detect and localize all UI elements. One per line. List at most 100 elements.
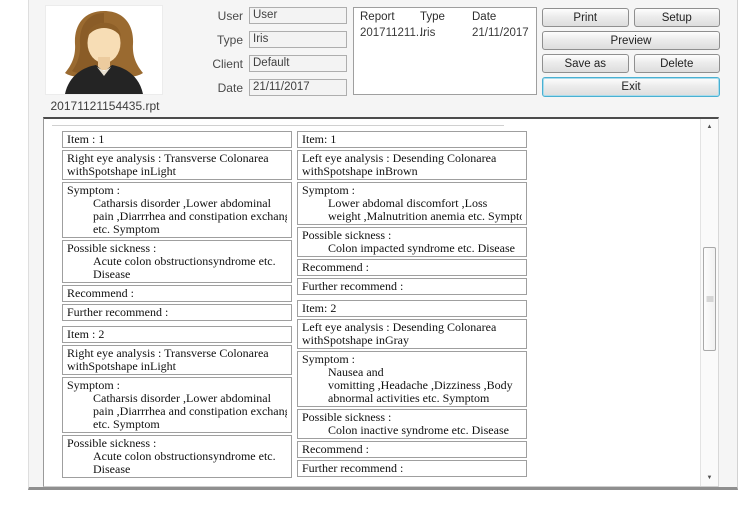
report-section: Item: 2 xyxy=(297,300,527,317)
report-line: etc. Symptom xyxy=(67,418,287,431)
report-line: Left eye analysis : Desending Colonarea xyxy=(302,321,522,334)
delete-button[interactable]: Delete xyxy=(634,54,721,73)
scroll-down-icon[interactable]: ▼ xyxy=(701,472,718,484)
report-line: Symptom : xyxy=(67,184,287,197)
report-line: Recommend : xyxy=(302,261,522,274)
report-section: Item : 1 xyxy=(62,131,292,148)
date-label: Date xyxy=(197,81,243,95)
report-line: Item : 1 xyxy=(67,133,287,146)
report-section: Further recommend : xyxy=(62,304,292,321)
report-line: Further recommend : xyxy=(302,462,522,475)
female-avatar-image xyxy=(46,6,162,94)
setup-button[interactable]: Setup xyxy=(634,8,721,27)
type-cell: Iris xyxy=(420,27,472,39)
report-line: Right eye analysis : Transverse Colonare… xyxy=(67,152,287,165)
report-filename: 20171121154435.rpt xyxy=(31,99,179,113)
scrollbar-thumb[interactable] xyxy=(703,247,716,351)
page-top-rule xyxy=(52,125,504,126)
report-section: Right eye analysis : Transverse Colonare… xyxy=(62,150,292,180)
report-line: Disease xyxy=(67,463,287,476)
report-section: Possible sickness :Acute colon obstructi… xyxy=(62,240,292,283)
report-section: Recommend : xyxy=(62,285,292,302)
report-section: Right eye analysis : Transverse Colonare… xyxy=(62,345,292,375)
report-line: Catharsis disorder ,Lower abdominal xyxy=(67,197,287,210)
report-line: Acute colon obstructionsyndrome etc. xyxy=(67,450,287,463)
report-section: Further recommend : xyxy=(297,278,527,295)
preview-button[interactable]: Preview xyxy=(542,31,720,50)
right-eye-report-column: Item : 1 Right eye analysis : Transverse … xyxy=(62,131,292,480)
report-section: Possible sickness :Colon inactive syndro… xyxy=(297,409,527,439)
type-field[interactable]: Iris xyxy=(249,31,347,48)
report-line: Further recommend : xyxy=(302,280,522,293)
report-section: Symptom :Nausea andvomitting ,Headache ,… xyxy=(297,351,527,407)
report-line: Item : 2 xyxy=(67,328,287,341)
report-line: weight ,Malnutrition anemia etc. Symptom xyxy=(302,210,522,223)
save-as-button[interactable]: Save as xyxy=(542,54,629,73)
report-line: Possible sickness : xyxy=(302,229,522,242)
report-line: Left eye analysis : Desending Colonarea xyxy=(302,152,522,165)
report-list[interactable]: Report Type Date 201711211... Iris 21/11… xyxy=(353,7,537,95)
date-field[interactable]: 21/11/2017 xyxy=(249,79,347,96)
scroll-up-icon[interactable]: ▲ xyxy=(701,121,718,133)
report-line: withSpotshape inBrown xyxy=(302,165,522,178)
print-button[interactable]: Print xyxy=(542,8,629,27)
date-cell: 21/11/2017 xyxy=(472,27,530,39)
report-line: Recommend : xyxy=(67,287,287,300)
report-column-header: Report xyxy=(360,11,420,23)
exit-button[interactable]: Exit xyxy=(542,77,720,97)
report-line: Item: 2 xyxy=(302,302,522,315)
report-section: Further recommend : xyxy=(297,460,527,477)
action-buttons: Print Setup Preview Save as Delete Exit xyxy=(542,8,720,97)
report-dialog-window: 20171121154435.rpt User User Type Iris C… xyxy=(28,0,738,490)
left-eye-report-column: Item: 1 Left eye analysis : Desending Col… xyxy=(297,131,527,479)
report-section: Left eye analysis : Desending Colonareaw… xyxy=(297,319,527,349)
report-line: Catharsis disorder ,Lower abdominal xyxy=(67,392,287,405)
client-label: Client xyxy=(197,57,243,71)
report-line: pain ,Diarrrhea and constipation exchang… xyxy=(67,405,287,418)
client-photo xyxy=(45,5,163,95)
report-line: Possible sickness : xyxy=(67,437,287,450)
report-list-row[interactable]: 201711211... Iris 21/11/2017 xyxy=(354,25,536,41)
scrollbar-grip-icon xyxy=(706,297,713,302)
report-section: Symptom :Catharsis disorder ,Lower abdom… xyxy=(62,182,292,238)
report-line: Possible sickness : xyxy=(302,411,522,424)
report-line: Possible sickness : xyxy=(67,242,287,255)
report-section: Recommend : xyxy=(297,259,527,276)
report-line: vomitting ,Headache ,Dizziness ,Body xyxy=(302,379,522,392)
report-preview-pane: Item : 1 Right eye analysis : Transverse … xyxy=(43,117,719,487)
report-section: Item: 1 xyxy=(297,131,527,148)
type-label: Type xyxy=(197,33,243,47)
report-line: Recommend : xyxy=(302,443,522,456)
report-section: Item : 2 xyxy=(62,326,292,343)
report-line: Item: 1 xyxy=(302,133,522,146)
report-line: Acute colon obstructionsyndrome etc. xyxy=(67,255,287,268)
report-line: withSpotshape inLight xyxy=(67,165,287,178)
client-field[interactable]: Default xyxy=(249,55,347,72)
report-line: Colon inactive syndrome etc. Disease xyxy=(302,424,522,437)
report-section: Recommend : xyxy=(297,441,527,458)
report-section: Symptom :Lower abdomal discomfort ,Lossw… xyxy=(297,182,527,225)
vertical-scrollbar[interactable]: ▲ ▼ xyxy=(700,119,718,486)
report-line: Symptom : xyxy=(302,184,522,197)
report-line: Disease xyxy=(67,268,287,281)
report-section: Possible sickness :Colon impacted syndro… xyxy=(297,227,527,257)
report-line: Colon impacted syndrome etc. Disease xyxy=(302,242,522,255)
report-line: abnormal activities etc. Symptom xyxy=(302,392,522,405)
report-cell: 201711211... xyxy=(360,27,420,39)
report-line: Symptom : xyxy=(67,379,287,392)
date-column-header: Date xyxy=(472,11,530,23)
user-field[interactable]: User xyxy=(249,7,347,24)
report-line: etc. Symptom xyxy=(67,223,287,236)
type-column-header: Type xyxy=(420,11,472,23)
report-line: Symptom : xyxy=(302,353,522,366)
report-section: Possible sickness :Acute colon obstructi… xyxy=(62,435,292,478)
report-section: Symptom :Catharsis disorder ,Lower abdom… xyxy=(62,377,292,433)
report-line: withSpotshape inLight xyxy=(67,360,287,373)
user-label: User xyxy=(197,9,243,23)
report-line: Right eye analysis : Transverse Colonare… xyxy=(67,347,287,360)
report-line: Nausea and xyxy=(302,366,522,379)
report-line: withSpotshape inGray xyxy=(302,334,522,347)
report-line: Further recommend : xyxy=(67,306,287,319)
report-line: Lower abdomal discomfort ,Loss xyxy=(302,197,522,210)
report-list-header: Report Type Date xyxy=(354,8,536,25)
